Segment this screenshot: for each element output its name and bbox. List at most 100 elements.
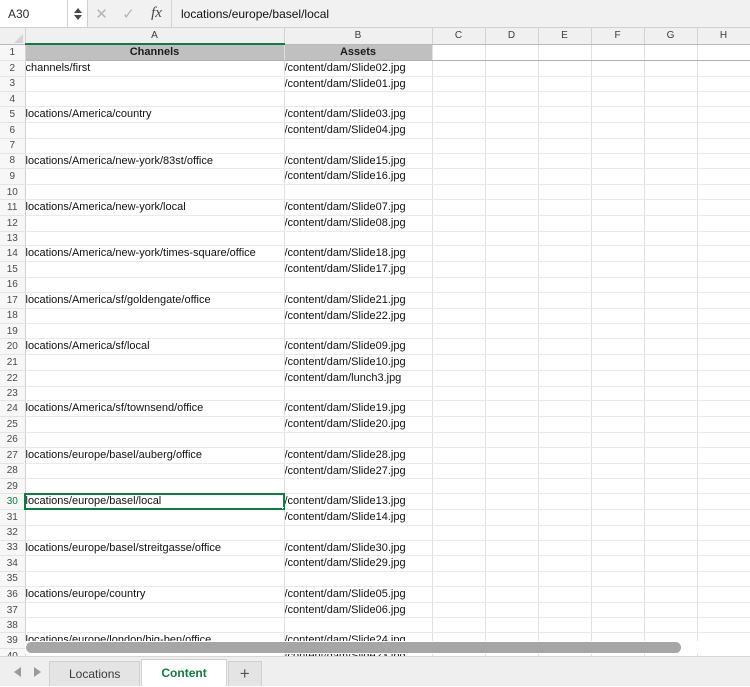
cell-e30[interactable]	[538, 493, 592, 510]
cell-h36[interactable]	[697, 586, 750, 603]
cell-f30[interactable]	[591, 493, 645, 510]
cell-g23[interactable]	[644, 386, 698, 402]
cell-b13[interactable]	[284, 231, 433, 247]
cell-e15[interactable]	[538, 261, 592, 278]
cell-c27[interactable]	[432, 447, 486, 464]
cell-a3[interactable]	[25, 76, 285, 93]
cell-h3[interactable]	[697, 76, 750, 93]
cell-a33[interactable]: locations/europe/basel/streitgasse/offic…	[25, 540, 285, 557]
cell-g28[interactable]	[644, 463, 698, 480]
cell-e7[interactable]	[538, 138, 592, 154]
cell-a22[interactable]	[25, 370, 285, 387]
cell-a17[interactable]: locations/America/sf/goldengate/office	[25, 292, 285, 309]
cell-d25[interactable]	[485, 416, 539, 433]
cell-d30[interactable]	[485, 493, 539, 510]
cell-c22[interactable]	[432, 370, 486, 387]
arrow-left-icon[interactable]	[14, 667, 21, 677]
cell-c7[interactable]	[432, 138, 486, 154]
cell-a31[interactable]	[25, 509, 285, 526]
cell-b4[interactable]	[284, 91, 433, 108]
cell-g32[interactable]	[644, 525, 698, 541]
cell-e6[interactable]	[538, 122, 592, 139]
cell-a8[interactable]: locations/America/new-york/83st/office	[25, 153, 285, 170]
cell-c37[interactable]	[432, 602, 486, 619]
cell-b10[interactable]	[284, 184, 433, 200]
row-header[interactable]: 28	[0, 463, 26, 480]
cell-a14[interactable]: locations/America/new-york/times-square/…	[25, 245, 285, 263]
cell-e9[interactable]	[538, 168, 592, 186]
cell-d15[interactable]	[485, 261, 539, 278]
cell-h18[interactable]	[697, 308, 750, 325]
row-header[interactable]: 29	[0, 478, 26, 495]
cell-d13[interactable]	[485, 231, 539, 247]
cell-f8[interactable]	[591, 153, 645, 170]
cell-e37[interactable]	[538, 602, 592, 619]
cell-d11[interactable]	[485, 199, 539, 216]
cell-a18[interactable]	[25, 308, 285, 325]
cell-f11[interactable]	[591, 199, 645, 216]
cell-b17[interactable]: /content/dam/Slide21.jpg	[284, 292, 433, 309]
cell-f7[interactable]	[591, 138, 645, 154]
cell-h1[interactable]	[697, 44, 750, 61]
sheet-tab-locations[interactable]: Locations	[49, 661, 141, 686]
row-header[interactable]: 19	[0, 323, 26, 340]
cell-g27[interactable]	[644, 447, 698, 464]
cell-e22[interactable]	[538, 370, 592, 387]
cell-b32[interactable]	[284, 525, 433, 541]
cell-a13[interactable]	[25, 231, 285, 247]
cell-c12[interactable]	[432, 215, 486, 232]
cell-c32[interactable]	[432, 525, 486, 541]
cell-a36[interactable]: locations/europe/country	[25, 586, 285, 603]
cell-g30[interactable]	[644, 493, 698, 510]
cell-c4[interactable]	[432, 91, 486, 108]
cell-e1[interactable]	[538, 44, 592, 61]
cell-b36[interactable]: /content/dam/Slide05.jpg	[284, 586, 433, 603]
cell-a25[interactable]	[25, 416, 285, 433]
row-header[interactable]: 10	[0, 184, 26, 200]
cell-a37[interactable]	[25, 602, 285, 619]
column-header-a[interactable]: A	[25, 28, 285, 45]
close-icon[interactable]: ✕	[88, 0, 115, 27]
cell-c38[interactable]	[432, 617, 486, 634]
cell-a32[interactable]	[25, 525, 285, 541]
cell-e13[interactable]	[538, 231, 592, 247]
row-header[interactable]: 12	[0, 215, 26, 232]
cell-c30[interactable]	[432, 493, 486, 510]
cell-a10[interactable]	[25, 184, 285, 200]
cell-e8[interactable]	[538, 153, 592, 170]
cell-h16[interactable]	[697, 277, 750, 293]
cell-c21[interactable]	[432, 354, 486, 371]
cell-g16[interactable]	[644, 277, 698, 293]
cell-c16[interactable]	[432, 277, 486, 293]
cell-c29[interactable]	[432, 478, 486, 495]
cell-a20[interactable]: locations/America/sf/local	[25, 338, 285, 355]
spinner-down-icon[interactable]	[73, 14, 82, 20]
cell-h28[interactable]	[697, 463, 750, 480]
cell-g13[interactable]	[644, 231, 698, 247]
cell-a19[interactable]	[25, 323, 285, 340]
cell-f15[interactable]	[591, 261, 645, 278]
cell-c14[interactable]	[432, 245, 486, 263]
cell-h33[interactable]	[697, 540, 750, 557]
row-header[interactable]: 38	[0, 617, 26, 634]
fx-icon[interactable]: fx	[142, 0, 172, 27]
cell-h31[interactable]	[697, 509, 750, 526]
row-header[interactable]: 24	[0, 400, 26, 418]
cell-d17[interactable]	[485, 292, 539, 309]
cell-d33[interactable]	[485, 540, 539, 557]
cell-g22[interactable]	[644, 370, 698, 387]
cell-e28[interactable]	[538, 463, 592, 480]
cell-e25[interactable]	[538, 416, 592, 433]
cell-d23[interactable]	[485, 386, 539, 402]
select-all-corner[interactable]	[0, 28, 26, 45]
cell-f29[interactable]	[591, 478, 645, 495]
cell-h38[interactable]	[697, 617, 750, 634]
cell-d14[interactable]	[485, 245, 539, 263]
cell-d22[interactable]	[485, 370, 539, 387]
row-header[interactable]: 36	[0, 586, 26, 603]
cell-f34[interactable]	[591, 555, 645, 573]
cell-a27[interactable]: locations/europe/basel/auberg/office	[25, 447, 285, 464]
cell-a7[interactable]	[25, 138, 285, 154]
cell-e19[interactable]	[538, 323, 592, 340]
cell-c18[interactable]	[432, 308, 486, 325]
